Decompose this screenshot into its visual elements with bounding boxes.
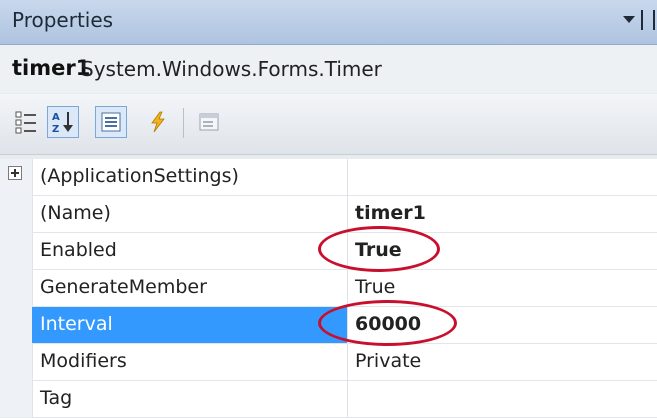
property-row-applicationsettings[interactable]: (ApplicationSettings)	[32, 159, 657, 196]
selected-object-name: timer1	[12, 56, 91, 80]
property-pages-icon	[199, 113, 219, 131]
property-name: Modifiers	[40, 350, 127, 372]
property-value[interactable]: True	[355, 276, 395, 298]
alphabetical-button[interactable]: A Z	[47, 106, 79, 138]
property-name: Tag	[40, 387, 73, 409]
property-row-interval[interactable]: Interval 60000	[32, 307, 657, 344]
properties-title-bar: Properties	[0, 0, 657, 45]
property-value[interactable]: True	[355, 239, 402, 261]
svg-text:A: A	[52, 112, 60, 123]
property-value[interactable]: 60000	[355, 313, 421, 335]
object-selector[interactable]: timer1 System.Windows.Forms.Timer	[0, 45, 657, 93]
property-pages-button[interactable]	[193, 106, 225, 138]
properties-toolbar: A Z	[0, 94, 657, 155]
svg-text:Z: Z	[52, 124, 59, 135]
property-row-modifiers[interactable]: Modifiers Private	[32, 344, 657, 381]
property-row-enabled[interactable]: Enabled True	[32, 233, 657, 270]
property-row-generatemember[interactable]: GenerateMember True	[32, 270, 657, 307]
property-row-name[interactable]: (Name) timer1	[32, 196, 657, 233]
property-name: (Name)	[40, 202, 111, 224]
property-value[interactable]: Private	[355, 350, 421, 372]
toolbar-separator	[183, 108, 184, 138]
properties-button[interactable]	[95, 106, 127, 138]
events-button[interactable]	[142, 106, 174, 138]
property-name: Interval	[40, 313, 113, 335]
window-position-dropdown-icon[interactable]	[623, 16, 635, 23]
property-grid: (ApplicationSettings) (Name) timer1 Enab…	[0, 159, 657, 418]
property-name: Enabled	[40, 239, 117, 261]
events-icon	[151, 111, 165, 133]
panel-title: Properties	[12, 8, 114, 32]
alphabetical-icon: A Z	[52, 112, 73, 135]
property-value[interactable]: timer1	[355, 202, 426, 224]
property-name: (ApplicationSettings)	[40, 165, 239, 187]
categorized-icon	[15, 111, 36, 134]
property-name: GenerateMember	[40, 276, 207, 298]
auto-hide-pin-icon[interactable]	[641, 10, 655, 30]
properties-icon	[101, 112, 121, 132]
categorized-button[interactable]	[10, 106, 42, 138]
property-grid-gutter	[0, 159, 33, 417]
selected-object-type: System.Windows.Forms.Timer	[81, 57, 382, 81]
property-row-tag[interactable]: Tag	[32, 381, 657, 418]
expand-plus-icon[interactable]	[8, 166, 22, 180]
